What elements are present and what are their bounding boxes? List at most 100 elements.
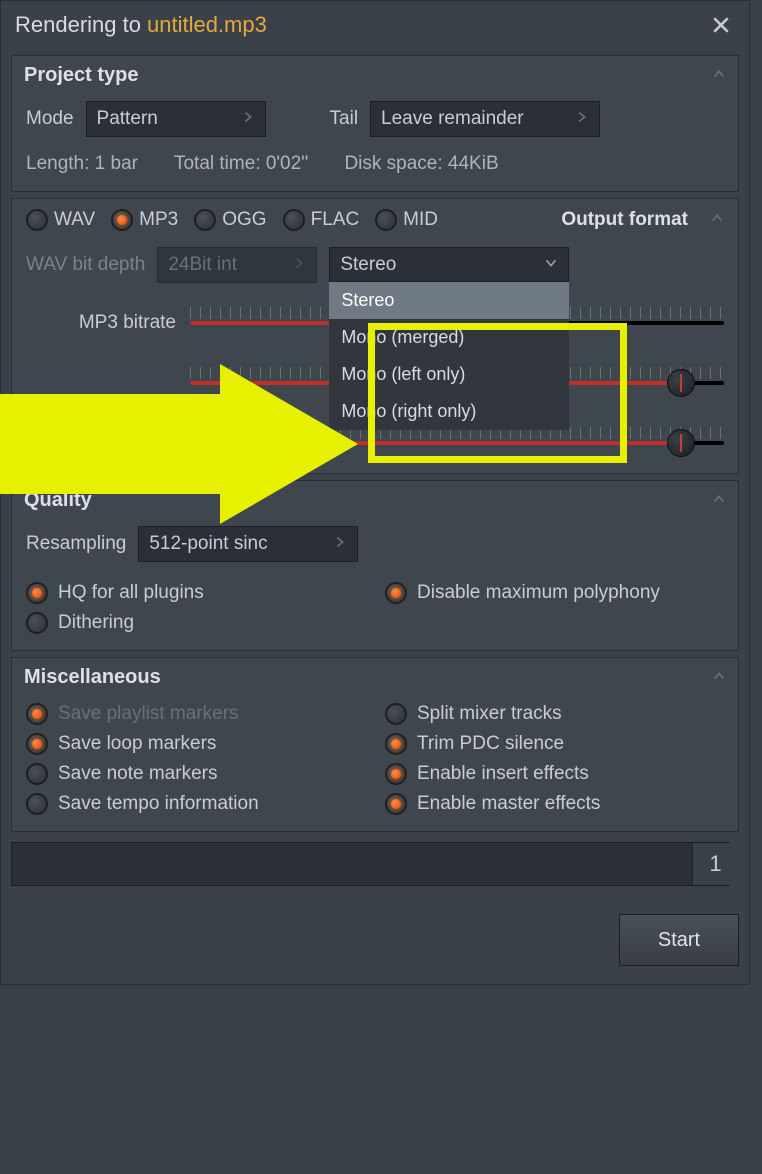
radio-icon xyxy=(283,209,305,231)
wav-depth-label: WAV bit depth xyxy=(26,254,145,276)
chevron-up-icon xyxy=(712,666,726,689)
tail-value: Leave remainder xyxy=(381,108,524,130)
slider-fill xyxy=(190,321,350,325)
radio-icon xyxy=(385,793,407,815)
resampling-label: Resampling xyxy=(26,533,126,555)
title-prefix: Rendering to xyxy=(15,12,141,38)
format-mp3[interactable]: MP3 xyxy=(111,209,178,231)
radio-icon xyxy=(26,733,48,755)
check-enable-master-effects[interactable]: Enable master effects xyxy=(385,793,724,815)
check-split-mixer-tracks[interactable]: Split mixer tracks xyxy=(385,703,724,725)
section-quality: Quality Resampling 512-point sinc HQ for… xyxy=(11,480,739,651)
render-dialog: Rendering to untitled.mp3 Project type M… xyxy=(0,0,750,985)
format-mp3-label: MP3 xyxy=(139,209,178,231)
slider-fill xyxy=(190,441,681,445)
section-miscellaneous: Miscellaneous Save playlist markers Spli… xyxy=(11,657,739,832)
radio-icon xyxy=(26,703,48,725)
totaltime-info: Total time: 0'02'' xyxy=(174,153,308,175)
check-label: Save note markers xyxy=(58,763,217,785)
radio-icon xyxy=(385,582,407,604)
chevron-right-icon xyxy=(565,108,589,130)
slider-knob[interactable] xyxy=(667,369,695,397)
chevron-up-icon xyxy=(710,209,724,231)
diskspace-info: Disk space: 44KiB xyxy=(344,153,498,175)
radio-icon xyxy=(111,209,133,231)
channel-option-mono-right[interactable]: Mono (right only) xyxy=(329,393,569,430)
length-info: Length: 1 bar xyxy=(26,153,138,175)
check-hq-plugins[interactable]: HQ for all plugins xyxy=(26,582,365,604)
tail-label: Tail xyxy=(330,108,359,130)
tail-dropdown[interactable]: Leave remainder xyxy=(370,101,600,137)
check-label: Save playlist markers xyxy=(58,703,239,725)
format-wav[interactable]: WAV xyxy=(26,209,95,231)
resampling-dropdown[interactable]: 512-point sinc xyxy=(138,526,358,562)
channel-option-stereo[interactable]: Stereo xyxy=(329,282,569,319)
progress-bar: 1 xyxy=(11,842,739,886)
radio-icon xyxy=(194,209,216,231)
check-label: Save loop markers xyxy=(58,733,216,755)
format-flac-label: FLAC xyxy=(311,209,360,231)
check-label: Save tempo information xyxy=(58,793,259,815)
channel-dropdown-menu: Stereo Mono (merged) Mono (left only) Mo… xyxy=(329,281,569,430)
radio-icon xyxy=(385,763,407,785)
format-mid[interactable]: MID xyxy=(375,209,438,231)
check-trim-pdc-silence[interactable]: Trim PDC silence xyxy=(385,733,724,755)
section-output-format: WAV MP3 OGG FLAC MID Output format WAV b… xyxy=(11,198,739,474)
mode-label: Mode xyxy=(26,108,74,130)
radio-icon xyxy=(26,582,48,604)
radio-icon xyxy=(385,703,407,725)
radio-icon xyxy=(26,612,48,634)
progress-track xyxy=(11,842,693,886)
check-enable-insert-effects[interactable]: Enable insert effects xyxy=(385,763,724,785)
format-mid-label: MID xyxy=(403,209,438,231)
close-icon xyxy=(712,16,730,34)
section-header-quality[interactable]: Quality xyxy=(12,481,738,516)
check-label: HQ for all plugins xyxy=(58,582,204,604)
slider-knob[interactable] xyxy=(667,429,695,457)
channel-option-mono-left[interactable]: Mono (left only) xyxy=(329,356,569,393)
section-title: Project type xyxy=(24,64,138,87)
radio-icon xyxy=(375,209,397,231)
wav-depth-value: 24Bit int xyxy=(168,254,237,276)
mode-dropdown[interactable]: Pattern xyxy=(86,101,266,137)
radio-icon xyxy=(26,763,48,785)
chevron-down-icon xyxy=(534,254,558,276)
check-dithering[interactable]: Dithering xyxy=(26,612,365,634)
channel-value: Stereo xyxy=(340,254,396,276)
check-save-tempo-info[interactable]: Save tempo information xyxy=(26,793,365,815)
wav-depth-dropdown[interactable]: 24Bit int xyxy=(157,247,317,283)
section-title: Miscellaneous xyxy=(24,666,161,689)
check-disable-polyphony[interactable]: Disable maximum polyphony xyxy=(385,582,724,604)
close-button[interactable] xyxy=(707,11,735,39)
title-filename: untitled.mp3 xyxy=(147,12,267,38)
check-label: Disable maximum polyphony xyxy=(417,582,660,604)
mp3-bitrate-label: MP3 bitrate xyxy=(26,312,176,334)
radio-icon xyxy=(26,209,48,231)
mode-value: Pattern xyxy=(97,108,158,130)
chevron-right-icon xyxy=(231,108,255,130)
section-project-type: Project type Mode Pattern Tail Leave rem… xyxy=(11,55,739,192)
radio-icon xyxy=(26,793,48,815)
chevron-right-icon xyxy=(323,533,347,555)
channel-option-mono-merged[interactable]: Mono (merged) xyxy=(329,319,569,356)
chevron-right-icon xyxy=(282,254,306,276)
format-ogg-label: OGG xyxy=(222,209,266,231)
check-label: Split mixer tracks xyxy=(417,703,562,725)
channel-dropdown[interactable]: Stereo Stereo Mono (merged) Mono (left o… xyxy=(329,247,569,283)
format-ogg[interactable]: OGG xyxy=(194,209,266,231)
check-save-loop-markers[interactable]: Save loop markers xyxy=(26,733,365,755)
section-title: Quality xyxy=(24,489,92,512)
format-flac[interactable]: FLAC xyxy=(283,209,360,231)
check-save-playlist-markers[interactable]: Save playlist markers xyxy=(26,703,365,725)
chevron-up-icon xyxy=(712,64,726,87)
section-header-project-type[interactable]: Project type xyxy=(12,56,738,91)
output-format-title: Output format xyxy=(561,209,688,231)
check-save-note-markers[interactable]: Save note markers xyxy=(26,763,365,785)
progress-count: 1 xyxy=(693,842,739,886)
check-label: Enable master effects xyxy=(417,793,600,815)
start-button[interactable]: Start xyxy=(619,914,739,966)
format-wav-label: WAV xyxy=(54,209,95,231)
section-header-misc[interactable]: Miscellaneous xyxy=(12,658,738,693)
resampling-value: 512-point sinc xyxy=(149,533,267,555)
check-label: Dithering xyxy=(58,612,134,634)
